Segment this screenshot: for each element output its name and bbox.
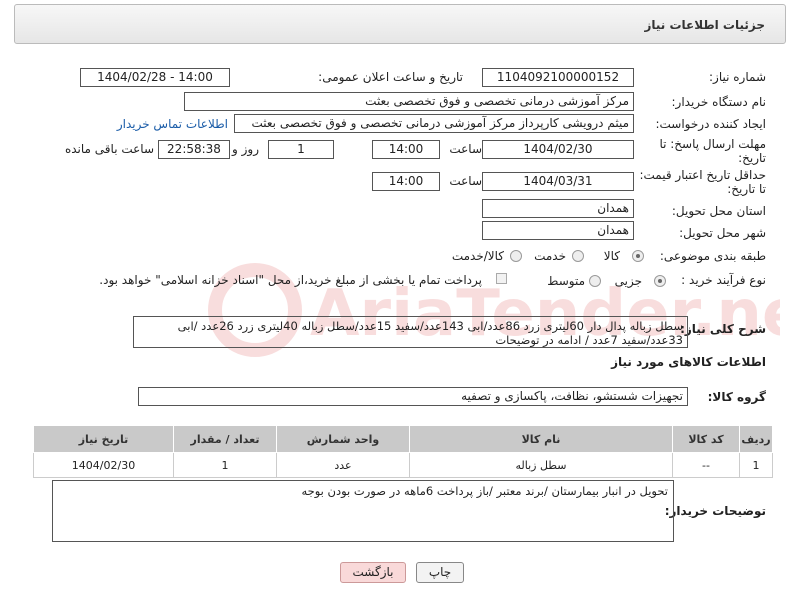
watermark-logo: AriaTender.net (208, 263, 780, 357)
reply-deadline-label-2: تاریخ: (738, 151, 766, 165)
creator-label: ایجاد کننده درخواست: (655, 117, 766, 131)
reply-time-field: 14:00 (372, 140, 440, 159)
province-label: استان محل تحویل: (671, 204, 766, 218)
price-validity-label-2: تا تاریخ: (727, 182, 766, 196)
reply-date-field: 1404/02/30 (482, 140, 634, 159)
buyer-notes-text: تحویل در انبار بیمارستان /برند معتبر /با… (301, 484, 668, 498)
remaining-time-field: 22:58:38 (158, 140, 230, 159)
page-title: جزئیات اطلاعات نیاز (644, 18, 765, 32)
category-option-both: کالا/خدمت (451, 249, 504, 263)
goods-group-label: گروه کالا: (707, 390, 766, 404)
category-radio-both[interactable] (510, 250, 522, 262)
table-row: 1 -- سطل زباله عدد 1 1404/02/30 (33, 452, 773, 478)
announce-field: 1404/02/28 - 14:00 (80, 68, 230, 87)
cell-date: 1404/02/30 (33, 452, 174, 478)
process-label: نوع فرآیند خرید : (681, 273, 766, 287)
goods-section-title: اطلاعات کالاهای مورد نیاز (611, 355, 766, 369)
payment-note: پرداخت تمام یا بخشی از مبلغ خرید،از محل … (99, 273, 482, 287)
cell-qty: 1 (173, 452, 277, 478)
process-radio-minor[interactable] (654, 275, 666, 287)
category-label: طبقه بندی موضوعی: (659, 249, 766, 263)
cell-code: -- (672, 452, 740, 478)
buyer-notes-textarea[interactable]: تحویل در انبار بیمارستان /برند معتبر /با… (52, 480, 674, 542)
header-panel: جزئیات اطلاعات نیاز (14, 4, 786, 44)
goods-table: ردیف کد کالا نام کالا واحد شمارش تعداد /… (33, 425, 773, 478)
description-textarea[interactable]: سطل زباله پدال دار 60لیتری زرد 86عدد/ابی… (133, 316, 688, 348)
description-line-1: سطل زباله پدال دار 60لیتری زرد 86عدد/ابی… (177, 319, 683, 333)
col-qty: تعداد / مقدار (173, 425, 277, 453)
days-field: 1 (268, 140, 334, 159)
price-time-field: 14:00 (372, 172, 440, 191)
price-time-label: ساعت (449, 174, 482, 188)
city-label: شهر محل تحویل: (679, 226, 766, 240)
col-unit: واحد شمارش (276, 425, 410, 453)
price-validity-label-1: حداقل تاریخ اعتبار قیمت: (639, 168, 766, 182)
remaining-time-label: ساعت باقی مانده (64, 142, 154, 156)
city-field: همدان (482, 221, 634, 240)
table-header-row: ردیف کد کالا نام کالا واحد شمارش تعداد /… (33, 425, 773, 453)
category-option-service: خدمت (534, 249, 566, 263)
print-button[interactable]: چاپ (416, 562, 464, 583)
cell-row: 1 (739, 452, 773, 478)
category-radio-service[interactable] (572, 250, 584, 262)
reply-deadline-label-1: مهلت ارسال پاسخ: تا (659, 137, 766, 151)
cell-unit: عدد (276, 452, 410, 478)
category-option-goods: کالا (603, 249, 620, 263)
goods-group-field: تجهیزات شستشو، نظافت، پاکسازی و تصفیه (138, 387, 688, 406)
col-row: ردیف (739, 425, 773, 453)
process-option-minor: جزیی (614, 274, 642, 288)
category-radio-goods[interactable] (632, 250, 644, 262)
treasury-payment-checkbox[interactable] (496, 273, 507, 284)
col-name: نام کالا (409, 425, 673, 453)
buyer-org-field: مرکز آموزشی درمانی تخصصی و فوق تخصصی بعث… (184, 92, 634, 111)
col-code: کد کالا (672, 425, 740, 453)
buyer-org-label: نام دستگاه خریدار: (671, 95, 767, 109)
buyer-notes-label: توضیحات خریدار: (664, 504, 766, 518)
creator-field: میثم درویشی کارپرداز مرکز آموزشی درمانی … (234, 114, 634, 133)
process-radio-medium[interactable] (589, 275, 601, 287)
reply-time-label: ساعت (449, 142, 482, 156)
days-label: روز و (232, 142, 259, 156)
description-line-2: 33عدد/سفید 7عدد / ادامه در توضیحات (495, 333, 683, 347)
description-label: شرح کلی نیاز: (680, 322, 766, 336)
process-option-medium: متوسط (547, 274, 585, 288)
contact-info-link[interactable]: اطلاعات تماس خریدار (117, 117, 228, 131)
back-button[interactable]: بازگشت (340, 562, 406, 583)
price-date-field: 1404/03/31 (482, 172, 634, 191)
cell-name: سطل زباله (409, 452, 673, 478)
need-number-field: 1104092100000152 (482, 68, 634, 87)
need-number-label: شماره نیاز: (709, 70, 766, 84)
province-field: همدان (482, 199, 634, 218)
announce-label: تاریخ و ساعت اعلان عمومی: (318, 70, 463, 84)
col-date: تاریخ نیاز (33, 425, 174, 453)
